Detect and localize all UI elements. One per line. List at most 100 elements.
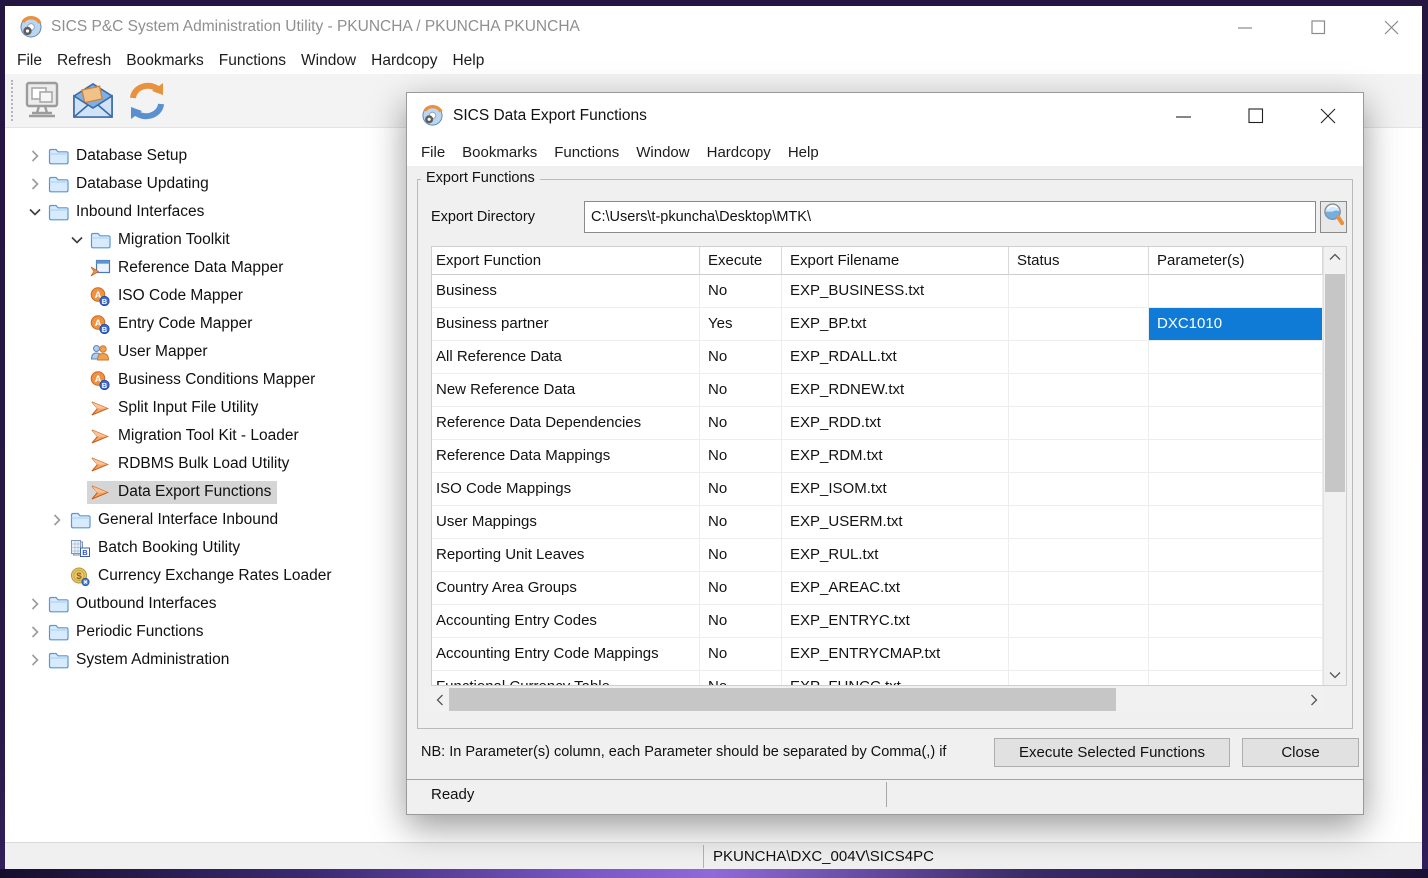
chevron-down-icon[interactable] (25, 208, 45, 216)
menu-item-hardcopy[interactable]: Hardcopy (371, 52, 437, 70)
cell-export-function[interactable]: Business (432, 275, 700, 308)
cell-export-filename[interactable]: EXP_BP.txt (782, 308, 1009, 341)
cell-status[interactable] (1009, 308, 1149, 341)
cell-parameters[interactable] (1149, 275, 1323, 308)
horizontal-scrollbar[interactable] (431, 687, 1323, 712)
table-row-iso-code-mappings[interactable]: ISO Code MappingsNoEXP_ISOM.txt (432, 473, 1323, 506)
cell-export-filename[interactable]: EXP_FUNCC.txt (782, 671, 1009, 685)
tree-item-rdbms-bulk-load-utility[interactable]: RDBMS Bulk Load Utility (9, 450, 469, 478)
tree-item-iso-code-mapper[interactable]: ABISO Code Mapper (9, 282, 469, 310)
cell-status[interactable] (1009, 374, 1149, 407)
scroll-right-icon[interactable] (1305, 687, 1323, 712)
table-row-accounting-entry-codes[interactable]: Accounting Entry CodesNoEXP_ENTRYC.txt (432, 605, 1323, 638)
cell-export-filename[interactable]: EXP_BUSINESS.txt (782, 275, 1009, 308)
cell-execute[interactable]: No (700, 638, 782, 671)
cell-status[interactable] (1009, 506, 1149, 539)
tree-item-entry-code-mapper[interactable]: ABEntry Code Mapper (9, 310, 469, 338)
close-icon[interactable] (1313, 101, 1343, 131)
tree-item-system-administration[interactable]: System Administration (9, 646, 469, 674)
cell-execute[interactable]: No (700, 473, 782, 506)
dialog-titlebar[interactable]: SICS Data Export Functions (407, 93, 1363, 138)
cell-parameters[interactable] (1149, 341, 1323, 374)
tree-item-currency-exchange-rates-loader[interactable]: $Currency Exchange Rates Loader (9, 562, 469, 590)
scroll-left-icon[interactable] (431, 687, 449, 712)
cell-status[interactable] (1009, 671, 1149, 685)
main-titlebar[interactable]: SICS P&C System Administration Utility -… (5, 6, 1422, 48)
cell-export-function[interactable]: Reference Data Dependencies (432, 407, 700, 440)
tree-item-reference-data-mapper[interactable]: Reference Data Mapper (9, 254, 469, 282)
chevron-right-icon[interactable] (25, 626, 45, 638)
vertical-scrollbar[interactable] (1323, 247, 1346, 685)
mail-icon[interactable] (69, 78, 117, 124)
menu-item-help[interactable]: Help (788, 144, 819, 161)
cell-export-filename[interactable]: EXP_AREAC.txt (782, 572, 1009, 605)
chevron-right-icon[interactable] (25, 178, 45, 190)
table-row-business[interactable]: BusinessNoEXP_BUSINESS.txt (432, 275, 1323, 308)
export-directory-input[interactable] (584, 201, 1316, 233)
cell-parameters[interactable] (1149, 407, 1323, 440)
table-row-new-reference-data[interactable]: New Reference DataNoEXP_RDNEW.txt (432, 374, 1323, 407)
cell-export-function[interactable]: New Reference Data (432, 374, 700, 407)
cell-export-filename[interactable]: EXP_ENTRYCMAP.txt (782, 638, 1009, 671)
cell-execute[interactable]: No (700, 506, 782, 539)
cell-status[interactable] (1009, 572, 1149, 605)
menu-item-functions[interactable]: Functions (219, 52, 286, 70)
cell-execute[interactable]: No (700, 374, 782, 407)
cell-export-filename[interactable]: EXP_RUL.txt (782, 539, 1009, 572)
column-header-export-function[interactable]: Export Function (432, 247, 700, 275)
menu-item-functions[interactable]: Functions (554, 144, 619, 161)
tree-item-database-updating[interactable]: Database Updating (9, 170, 469, 198)
table-row-user-mappings[interactable]: User MappingsNoEXP_USERM.txt (432, 506, 1323, 539)
cell-status[interactable] (1009, 440, 1149, 473)
menu-item-help[interactable]: Help (452, 52, 484, 70)
refresh-icon[interactable] (123, 78, 171, 124)
horizontal-scroll-thumb[interactable] (449, 688, 1116, 711)
browse-button[interactable] (1320, 201, 1347, 233)
table-row-reference-data-dependencies[interactable]: Reference Data DependenciesNoEXP_RDD.txt (432, 407, 1323, 440)
tree-item-batch-booking-utility[interactable]: BBatch Booking Utility (9, 534, 469, 562)
table-row-reference-data-mappings[interactable]: Reference Data MappingsNoEXP_RDM.txt (432, 440, 1323, 473)
tree-item-business-conditions-mapper[interactable]: ABBusiness Conditions Mapper (9, 366, 469, 394)
column-header-execute[interactable]: Execute (700, 247, 782, 275)
tree-item-inbound-interfaces[interactable]: Inbound Interfaces (9, 198, 469, 226)
minimize-icon[interactable] (1169, 101, 1199, 131)
cell-export-filename[interactable]: EXP_USERM.txt (782, 506, 1009, 539)
cell-export-function[interactable]: All Reference Data (432, 341, 700, 374)
tree-item-periodic-functions[interactable]: Periodic Functions (9, 618, 469, 646)
cell-export-function[interactable]: Functional Currency Table (432, 671, 700, 685)
tree-item-general-interface-inbound[interactable]: General Interface Inbound (9, 506, 469, 534)
cell-export-filename[interactable]: EXP_RDALL.txt (782, 341, 1009, 374)
table-row-country-area-groups[interactable]: Country Area GroupsNoEXP_AREAC.txt (432, 572, 1323, 605)
cell-export-function[interactable]: Reference Data Mappings (432, 440, 700, 473)
cell-export-function[interactable]: Reporting Unit Leaves (432, 539, 700, 572)
column-header-status[interactable]: Status (1009, 247, 1149, 275)
cell-execute[interactable]: No (700, 407, 782, 440)
menu-item-window[interactable]: Window (301, 52, 356, 70)
menu-item-bookmarks[interactable]: Bookmarks (462, 144, 537, 161)
maximize-icon[interactable] (1303, 12, 1333, 42)
tree-item-outbound-interfaces[interactable]: Outbound Interfaces (9, 590, 469, 618)
tree-item-migration-toolkit[interactable]: Migration Toolkit (9, 226, 469, 254)
tree-item-user-mapper[interactable]: User Mapper (9, 338, 469, 366)
cell-parameters[interactable] (1149, 374, 1323, 407)
column-header-parameter-s[interactable]: Parameter(s) (1149, 247, 1323, 275)
cell-export-function[interactable]: Accounting Entry Code Mappings (432, 638, 700, 671)
cell-execute[interactable]: No (700, 572, 782, 605)
cell-parameters[interactable] (1149, 572, 1323, 605)
chevron-right-icon[interactable] (47, 514, 67, 526)
cell-export-filename[interactable]: EXP_RDNEW.txt (782, 374, 1009, 407)
cell-status[interactable] (1009, 407, 1149, 440)
chevron-right-icon[interactable] (25, 654, 45, 666)
cell-parameters[interactable] (1149, 605, 1323, 638)
cell-export-function[interactable]: User Mappings (432, 506, 700, 539)
cell-execute[interactable]: No (700, 671, 782, 685)
table-row-accounting-entry-code-mappings[interactable]: Accounting Entry Code MappingsNoEXP_ENTR… (432, 638, 1323, 671)
cell-execute[interactable]: No (700, 275, 782, 308)
close-icon[interactable] (1376, 12, 1406, 42)
menu-item-bookmarks[interactable]: Bookmarks (126, 52, 204, 70)
table-row-business-partner[interactable]: Business partnerYesEXP_BP.txtDXC1010 (432, 308, 1323, 341)
toolbar-gripper[interactable] (11, 80, 13, 121)
chevron-down-icon[interactable] (67, 236, 87, 244)
close-button[interactable]: Close (1242, 738, 1359, 767)
column-header-export-filename[interactable]: Export Filename (782, 247, 1009, 275)
